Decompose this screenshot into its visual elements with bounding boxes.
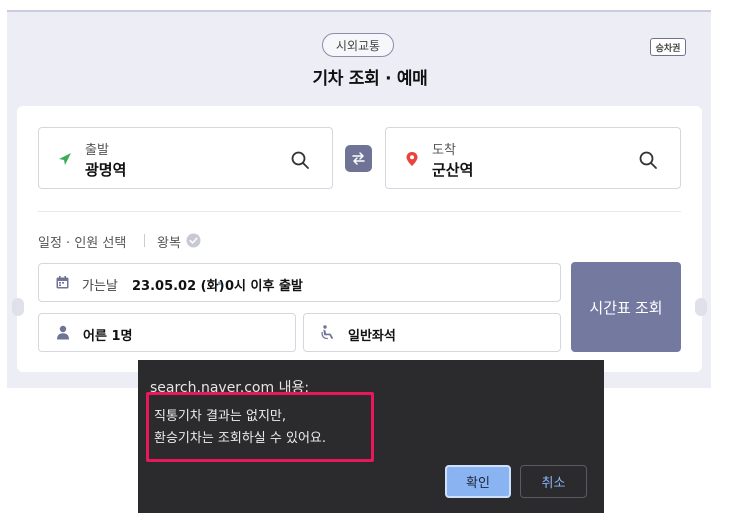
departure-time-value: 0시 이후 출발 bbox=[225, 279, 303, 294]
page-title: 기차 조회 · 예매 bbox=[312, 69, 428, 89]
arrival-station-field[interactable]: 도착 군산역 bbox=[385, 127, 681, 189]
location-pin-icon bbox=[406, 152, 418, 166]
departure-label: 출발 bbox=[85, 143, 109, 158]
date-value: 23.05.02 (화) bbox=[132, 279, 225, 294]
seat-type-value: 일반좌석 bbox=[348, 329, 396, 344]
arrival-label: 도착 bbox=[432, 143, 456, 158]
left-edge-handle bbox=[12, 298, 24, 316]
search-icon[interactable] bbox=[290, 150, 310, 170]
check-circle-icon[interactable] bbox=[186, 233, 201, 248]
seat-type-field[interactable]: 일반좌석 bbox=[303, 313, 561, 352]
date-separator-dot: • bbox=[216, 277, 224, 291]
person-icon bbox=[57, 325, 69, 340]
timetable-search-button[interactable]: 시간표 조회 bbox=[571, 262, 681, 352]
departure-date-field[interactable]: 가는날 23.05.02 (화) • 0시 이후 출발 bbox=[38, 263, 561, 302]
right-edge-handle bbox=[695, 298, 707, 316]
seat-icon bbox=[321, 325, 334, 340]
calendar-icon bbox=[56, 276, 69, 289]
passenger-count-field[interactable]: 어른 1명 bbox=[38, 313, 296, 352]
divider bbox=[38, 211, 681, 212]
roundtrip-label[interactable]: 왕복 bbox=[157, 232, 181, 251]
departure-arrow-icon bbox=[59, 153, 71, 165]
passenger-count-value: 어른 1명 bbox=[83, 329, 133, 344]
search-icon[interactable] bbox=[638, 150, 658, 170]
departure-station-name: 광명역 bbox=[85, 161, 127, 179]
category-pill[interactable]: 시외교통 bbox=[322, 33, 394, 57]
label-separator bbox=[144, 234, 145, 247]
schedule-section-label: 일정 · 인원 선택 bbox=[38, 236, 127, 251]
swap-stations-button[interactable] bbox=[345, 145, 372, 172]
dialog-message: 직통기차 결과는 없지만, 환승기차는 조회하실 수 있어요. bbox=[146, 392, 374, 462]
cancel-button[interactable]: 취소 bbox=[520, 465, 587, 498]
departure-station-field[interactable]: 출발 광명역 bbox=[38, 127, 333, 189]
ticket-badge[interactable]: 승차권 bbox=[650, 38, 686, 56]
alert-dialog: search.naver.com 내용: 직통기차 결과는 없지만, 환승기차는… bbox=[138, 360, 604, 513]
date-label: 가는날 bbox=[82, 279, 118, 294]
ok-button[interactable]: 확인 bbox=[445, 465, 511, 498]
swap-icon bbox=[352, 152, 365, 165]
arrival-station-name: 군산역 bbox=[432, 161, 474, 179]
